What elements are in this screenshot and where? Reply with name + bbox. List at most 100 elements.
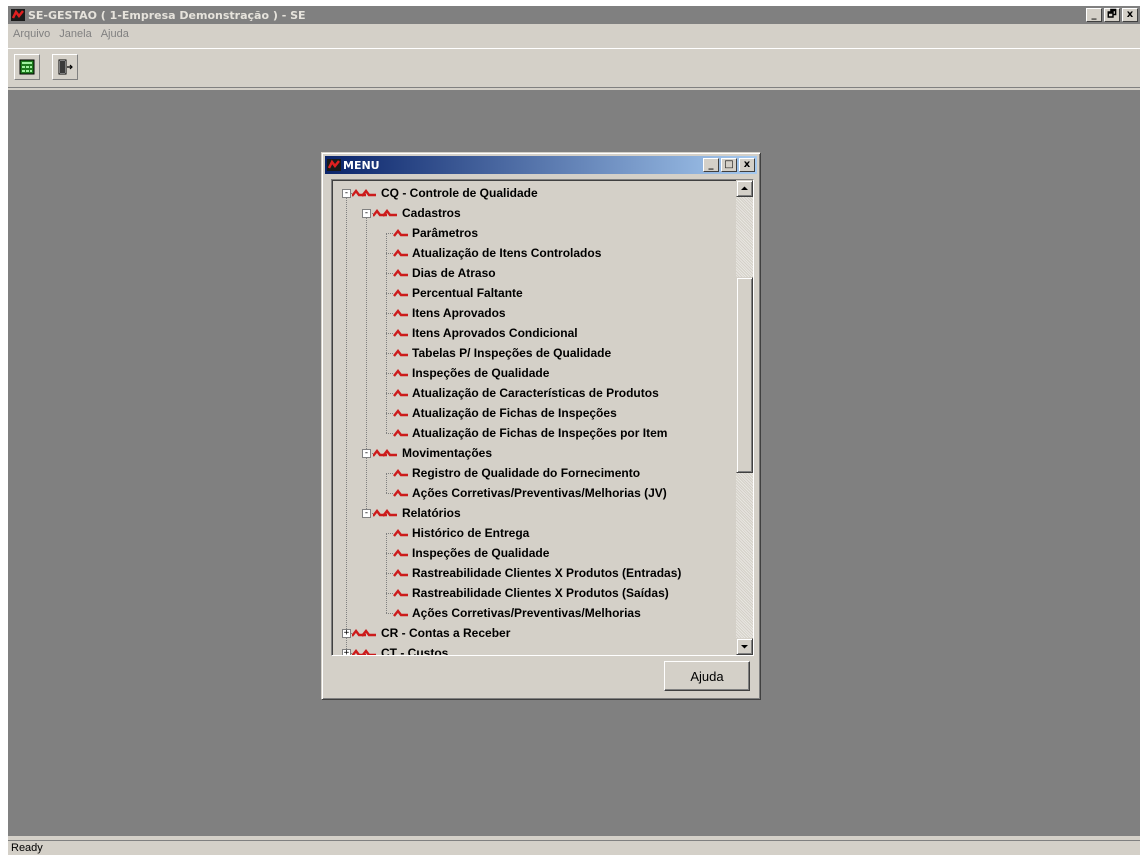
tree-connector — [386, 393, 393, 394]
tree-menu-item[interactable]: Histórico de Entrega — [393, 523, 529, 543]
node-logo-icon — [393, 529, 408, 537]
tree-vertical-scrollbar[interactable] — [736, 180, 753, 655]
scroll-up-button[interactable] — [736, 180, 753, 197]
menu-window-titlebar[interactable]: MENU _ □ x — [325, 156, 757, 174]
collapse-icon[interactable]: - — [342, 189, 351, 198]
menu-arquivo[interactable]: Arquivo — [13, 28, 50, 40]
tree-connector — [386, 253, 393, 254]
tree-node-label: Histórico de Entrega — [412, 526, 530, 540]
tree-node-label: Relatórios — [402, 506, 461, 520]
tree-menu-item[interactable]: Dias de Atraso — [393, 263, 496, 283]
tree-connector — [386, 373, 393, 374]
tree-connector — [386, 573, 393, 574]
tree-node-label: CR - Contas a Receber — [381, 626, 511, 640]
menu-minimize-button[interactable]: _ — [703, 158, 719, 172]
tree-connector — [386, 533, 393, 534]
tree-connector — [386, 313, 393, 314]
tree-guide-line — [346, 193, 347, 653]
menu-janela[interactable]: Janela — [59, 28, 91, 40]
menu-toolbar-button[interactable] — [14, 54, 40, 80]
menubar: Arquivo Janela Ajuda — [8, 24, 1140, 44]
tree-connector — [386, 593, 393, 594]
node-logo-icon — [393, 309, 408, 317]
minimize-button[interactable]: _ — [1086, 8, 1102, 22]
arrow-up-icon — [741, 186, 748, 190]
tree-node-label: Rastreabilidade Clientes X Produtos (Ent… — [412, 566, 682, 580]
tree-folder-node[interactable]: CR - Contas a Receber — [352, 623, 510, 643]
exit-door-icon — [58, 59, 73, 75]
arrow-down-icon — [741, 645, 748, 649]
tree-node-label: Percentual Faltante — [412, 286, 523, 300]
main-titlebar[interactable]: SE-GESTAO ( 1-Empresa Demonstração ) - S… — [8, 6, 1140, 24]
expand-icon[interactable]: + — [342, 629, 351, 638]
menu-maximize-button[interactable]: □ — [721, 158, 737, 172]
tree-menu-item[interactable]: Atualização de Fichas de Inspeções por I… — [393, 423, 667, 443]
tree-connector — [386, 353, 393, 354]
menu-window-controls: _ □ x — [701, 158, 755, 172]
node-logo-icon — [393, 409, 408, 417]
tree-folder-node[interactable]: Relatórios — [373, 503, 461, 523]
scroll-thumb[interactable] — [736, 277, 753, 473]
status-text: Ready — [11, 842, 43, 854]
tree-menu-item[interactable]: Itens Aprovados Condicional — [393, 323, 578, 343]
tree-menu-item[interactable]: Ações Corretivas/Preventivas/Melhorias (… — [393, 483, 667, 503]
tree-folder-node[interactable]: CQ - Controle de Qualidade — [352, 183, 538, 203]
tree-menu-item[interactable]: Parâmetros — [393, 223, 478, 243]
tree-menu-item[interactable]: Atualização de Fichas de Inspeções — [393, 403, 617, 423]
collapse-icon[interactable]: - — [362, 209, 371, 218]
help-button[interactable]: Ajuda — [664, 661, 750, 691]
node-logo-icon — [352, 649, 376, 655]
tree-menu-item[interactable]: Ações Corretivas/Preventivas/Melhorias — [393, 603, 641, 623]
expand-icon[interactable]: + — [342, 649, 351, 655]
tree-menu-item[interactable]: Inspeções de Qualidade — [393, 363, 549, 383]
node-logo-icon — [393, 229, 408, 237]
menu-ajuda[interactable]: Ajuda — [101, 28, 129, 40]
tree-menu-item[interactable]: Rastreabilidade Clientes X Produtos (Saí… — [393, 583, 669, 603]
scroll-down-button[interactable] — [736, 638, 753, 655]
node-logo-icon — [393, 489, 408, 497]
tree-menu-item[interactable]: Itens Aprovados — [393, 303, 506, 323]
tree-menu-item[interactable]: Percentual Faltante — [393, 283, 523, 303]
restore-button[interactable]: 🗗 — [1104, 8, 1120, 22]
node-logo-icon — [393, 349, 408, 357]
tree-folder-node[interactable]: CT - Custos — [352, 643, 449, 656]
node-logo-icon — [393, 589, 408, 597]
tree-node-label: Tabelas P/ Inspeções de Qualidade — [412, 346, 612, 360]
menu-window: MENU _ □ x - CQ - Controle de Qualidade - C… — [321, 152, 761, 700]
node-logo-icon — [393, 429, 408, 437]
tree-connector — [386, 473, 393, 474]
tree-connector — [386, 413, 393, 414]
menu-close-button[interactable]: x — [739, 158, 755, 172]
exit-toolbar-button[interactable] — [52, 54, 78, 80]
collapse-icon[interactable]: - — [362, 449, 371, 458]
node-logo-icon — [393, 369, 408, 377]
node-logo-icon — [393, 469, 408, 477]
tree-connector — [386, 333, 393, 334]
tree-menu-item[interactable]: Tabelas P/ Inspeções de Qualidade — [393, 343, 611, 363]
tree-menu-item[interactable]: Atualização de Características de Produt… — [393, 383, 659, 403]
node-logo-icon — [393, 329, 408, 337]
tree-menu-item[interactable]: Atualização de Itens Controlados — [393, 243, 601, 263]
node-logo-icon — [393, 289, 408, 297]
tree-menu-item[interactable]: Inspeções de Qualidade — [393, 543, 549, 563]
tree-node-label: CT - Custos — [381, 646, 449, 656]
node-logo-icon — [393, 389, 408, 397]
tree-folder-node[interactable]: Movimentações — [373, 443, 492, 463]
tree-menu-item[interactable]: Rastreabilidade Clientes X Produtos (Ent… — [393, 563, 681, 583]
tree-connector — [386, 493, 393, 494]
status-bar: Ready — [8, 840, 1140, 855]
tree-menu-item[interactable]: Registro de Qualidade do Fornecimento — [393, 463, 640, 483]
tree-folder-node[interactable]: Cadastros — [373, 203, 461, 223]
tree-connector — [386, 553, 393, 554]
app-logo-icon — [11, 9, 25, 21]
tree-node-label: Itens Aprovados Condicional — [412, 326, 578, 340]
tree-node-label: Atualização de Características de Produt… — [412, 386, 659, 400]
tree-node-label: Atualização de Fichas de Inspeções — [412, 406, 617, 420]
grid-menu-icon — [19, 59, 35, 75]
collapse-icon[interactable]: - — [362, 509, 371, 518]
menu-tree-view[interactable]: - CQ - Controle de Qualidade - Cadastros Par… — [331, 179, 754, 656]
tree-node-label: Atualização de Itens Controlados — [412, 246, 602, 260]
node-logo-icon — [373, 509, 397, 517]
close-button[interactable]: x — [1122, 8, 1138, 22]
tree-connector — [386, 433, 393, 434]
